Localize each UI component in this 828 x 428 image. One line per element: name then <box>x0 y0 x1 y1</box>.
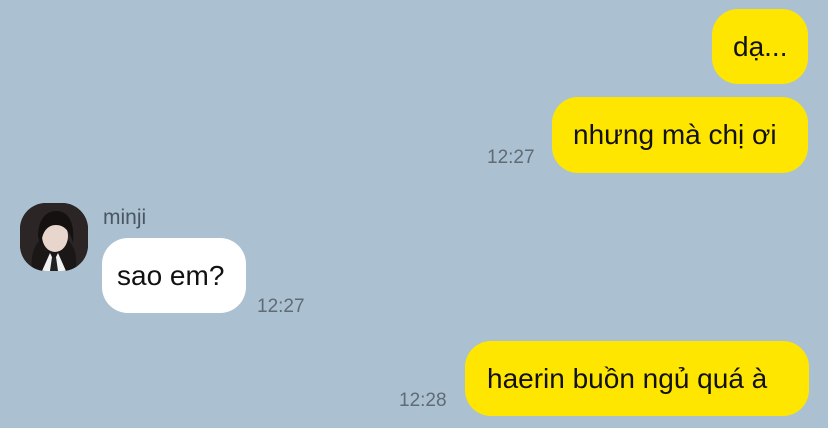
profile-photo-icon <box>20 203 88 271</box>
outgoing-message-bubble[interactable]: nhưng mà chị ơi <box>552 97 808 173</box>
chat-conversation: dạ... 12:27 nhưng mà chị ơi minji sao em… <box>0 0 828 428</box>
avatar[interactable] <box>20 203 88 271</box>
message-timestamp: 12:27 <box>487 147 535 168</box>
sender-name: minji <box>103 206 147 229</box>
message-timestamp: 12:28 <box>399 390 447 411</box>
message-text: sao em? <box>117 259 225 291</box>
message-timestamp: 12:27 <box>257 296 305 317</box>
outgoing-message-bubble[interactable]: haerin buồn ngủ quá à <box>465 341 809 416</box>
message-text: dạ... <box>733 30 788 62</box>
message-text: haerin buồn ngủ quá à <box>487 362 768 394</box>
outgoing-message-bubble[interactable]: dạ... <box>712 9 808 84</box>
incoming-message-bubble[interactable]: sao em? <box>102 238 246 313</box>
message-text: nhưng mà chị ơi <box>573 119 777 150</box>
